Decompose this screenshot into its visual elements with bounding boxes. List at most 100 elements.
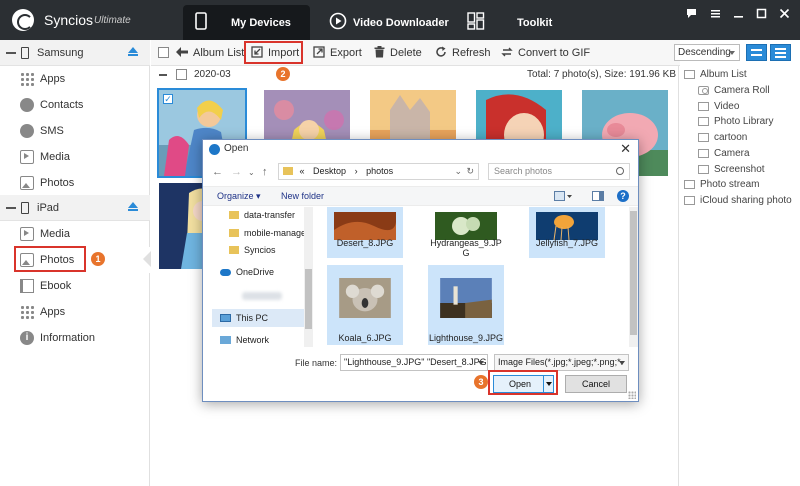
sidebar-item-samsung-contacts[interactable]: Contacts <box>0 92 150 118</box>
highlight-import <box>244 41 303 64</box>
tab-video-downloader[interactable]: Video Downloader <box>329 5 449 40</box>
up-icon[interactable]: ↑ <box>262 166 268 178</box>
file-item-hydrangeas[interactable]: Hydrangeas_9.JP G <box>428 207 504 264</box>
device-samsung[interactable]: Samsung <box>0 40 150 66</box>
back-icon[interactable]: ← <box>212 166 223 178</box>
album-label: Photo stream <box>700 178 760 190</box>
path-segment[interactable]: Desktop <box>313 166 346 176</box>
path-field[interactable]: « Desktop › photos ⌄ ↻ <box>278 163 479 180</box>
file-item-lighthouse[interactable]: Lighthouse_9.JPG <box>428 265 504 345</box>
delete-button[interactable]: Delete <box>374 45 422 61</box>
minimize-icon[interactable] <box>731 8 745 22</box>
menu-icon[interactable] <box>708 8 722 22</box>
file-name: Lighthouse_9.JPG <box>428 333 504 343</box>
album-checkbox[interactable] <box>176 69 187 80</box>
album-item-photo-library[interactable]: Photo Library <box>698 114 773 128</box>
device-ipad[interactable]: iPad <box>0 195 150 221</box>
chevron-down-icon[interactable]: ⌄ <box>454 164 462 179</box>
list-view-button[interactable] <box>770 44 791 61</box>
album-label: Photo Library <box>714 115 774 127</box>
sidebar-item-label: Ebook <box>40 280 72 292</box>
dialog-title-bar: Open ✕ <box>203 140 638 158</box>
sidebar-item-label: SMS <box>40 125 64 137</box>
close-icon[interactable] <box>777 8 791 22</box>
forward-icon[interactable]: → <box>231 166 242 178</box>
album-list-root[interactable]: Album List <box>684 67 747 81</box>
album-label: Camera Roll <box>714 84 770 96</box>
sidebar-item-label: Apps <box>40 73 66 85</box>
dialog-title: Open <box>224 143 249 154</box>
sidebar-item-samsung-media[interactable]: Media <box>0 144 150 170</box>
file-thumbnail <box>440 278 492 318</box>
sidebar-item-samsung-apps[interactable]: Apps <box>0 66 150 92</box>
tree-item-onedrive[interactable]: OneDrive <box>212 263 305 281</box>
close-icon[interactable]: ✕ <box>620 141 631 157</box>
sidebar-item-samsung-sms[interactable]: SMS <box>0 118 150 144</box>
sidebar-item-samsung-photos[interactable]: Photos <box>0 170 150 196</box>
tree-item-syncios[interactable]: Syncios <box>212 241 305 259</box>
refresh-icon[interactable]: ↻ <box>466 164 474 179</box>
collapse-icon[interactable] <box>6 206 16 209</box>
scrollbar-thumb[interactable] <box>305 269 312 329</box>
album-item-photo-stream[interactable]: Photo stream <box>684 177 759 191</box>
maximize-icon[interactable] <box>754 8 768 22</box>
sidebar-item-ipad-information[interactable]: i Information <box>0 325 150 351</box>
select-all-checkbox[interactable] <box>158 47 169 58</box>
sidebar-item-ipad-ebook[interactable]: Ebook <box>0 273 150 299</box>
eject-icon[interactable] <box>128 202 138 211</box>
resize-grip[interactable] <box>628 391 636 399</box>
album-list-label: Album List <box>193 47 245 59</box>
export-button[interactable]: Export <box>313 45 362 61</box>
sort-order-select[interactable]: Descending <box>674 44 740 61</box>
album-item-video[interactable]: Video <box>698 99 739 113</box>
file-name-input[interactable]: "Lighthouse_9.JPG" "Desert_8.JPG" <box>340 354 488 371</box>
file-item-jellyfish[interactable]: Jellyfish_7.JPG <box>529 207 605 258</box>
tree-item-data-transfer[interactable]: data-transfer <box>212 207 305 224</box>
sidebar-item-ipad-apps[interactable]: Apps <box>0 299 150 325</box>
checkbox-checked[interactable]: ✓ <box>163 94 173 104</box>
search-input[interactable]: Search photos <box>488 163 630 180</box>
album-item-camera-roll[interactable]: Camera Roll <box>698 83 770 97</box>
syncios-logo-icon <box>12 9 34 31</box>
collapse-icon[interactable] <box>6 51 16 54</box>
tab-my-devices-label: My Devices <box>231 16 291 29</box>
file-name: G <box>462 248 470 258</box>
convert-label: Convert to GIF <box>518 47 591 59</box>
grid-view-button[interactable] <box>746 44 767 61</box>
album-label: Screenshot <box>714 163 765 175</box>
file-item-koala[interactable]: Koala_6.JPG <box>327 265 403 345</box>
album-item-icloud[interactable]: iCloud sharing photo <box>684 193 792 207</box>
cancel-button[interactable]: Cancel <box>565 375 627 393</box>
new-folder-button[interactable]: New folder <box>281 191 324 201</box>
album-item-camera[interactable]: Camera <box>698 146 750 160</box>
album-item-cartoon[interactable]: cartoon <box>698 130 747 144</box>
chevron-down-icon[interactable]: ⌄ <box>248 168 255 177</box>
open-file-dialog: Open ✕ ← → ⌄ ↑ « Desktop › photos ⌄ ↻ Se… <box>202 139 639 402</box>
tree-item-mobile-manage[interactable]: mobile-manage <box>212 224 305 242</box>
album-list-button[interactable]: Album List <box>176 45 244 61</box>
organize-button[interactable]: Organize ▾ <box>217 191 261 202</box>
convert-to-gif-button[interactable]: Convert to GIF <box>501 45 590 61</box>
view-tools: Descending <box>674 40 800 66</box>
file-item-desert[interactable]: Desert_8.JPG <box>327 207 403 258</box>
path-segment[interactable]: photos <box>366 166 393 176</box>
view-options-icon[interactable] <box>554 191 572 205</box>
album-item-screenshot[interactable]: Screenshot <box>698 162 765 176</box>
tree-scrollbar[interactable] <box>304 207 313 347</box>
sidebar-item-ipad-media[interactable]: Media <box>0 221 150 247</box>
tab-my-devices[interactable]: My Devices <box>183 5 310 40</box>
preview-pane-icon[interactable] <box>592 191 604 205</box>
phone-icon <box>21 46 29 59</box>
feedback-icon[interactable] <box>684 8 698 22</box>
tree-item-label: OneDrive <box>236 267 275 277</box>
file-type-select[interactable]: Image Files(*.jpg;*.jpeg;*.png;*. <box>494 354 629 371</box>
collapse-icon[interactable] <box>159 74 167 76</box>
scrollbar-thumb[interactable] <box>630 211 637 335</box>
help-icon[interactable]: ? <box>617 190 629 202</box>
file-list-scrollbar[interactable] <box>629 207 638 347</box>
refresh-button[interactable]: Refresh <box>435 45 491 61</box>
tree-item-network[interactable]: Network <box>212 331 305 347</box>
tree-item-this-pc[interactable]: This PC <box>212 309 305 327</box>
tab-toolkit[interactable]: Toolkit <box>467 5 552 40</box>
eject-icon[interactable] <box>128 47 138 56</box>
